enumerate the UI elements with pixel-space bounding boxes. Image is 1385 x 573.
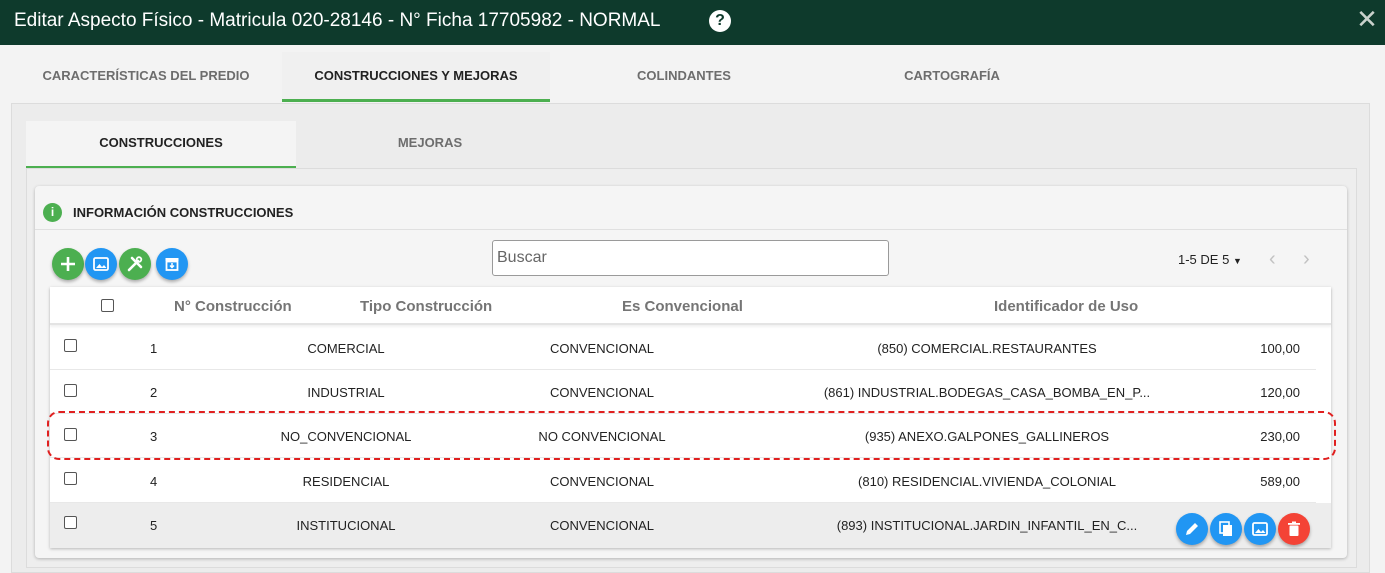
row-checkbox[interactable] — [64, 384, 77, 397]
tab-construcciones-mejoras[interactable]: CONSTRUCCIONES Y MEJORAS — [282, 52, 550, 102]
delete-icon — [1288, 521, 1300, 536]
tools-icon — [127, 256, 143, 272]
prev-page-button[interactable]: ‹ — [1269, 248, 1276, 270]
cell-num: 3 — [150, 429, 158, 444]
cell-valor: 589,00 — [1260, 474, 1300, 489]
tools-button[interactable] — [119, 248, 151, 280]
cell-uso: (810) RESIDENCIAL.VIVIENDA_COLONIAL — [858, 474, 1116, 489]
tab-mejoras[interactable]: MEJORAS — [296, 121, 564, 169]
window-titlebar: Editar Aspecto Físico - Matricula 020-28… — [0, 0, 1385, 45]
cell-conv: NO CONVENCIONAL — [538, 429, 666, 444]
cell-valor: 100,00 — [1260, 341, 1300, 356]
close-icon[interactable]: ✕ — [1355, 6, 1379, 32]
header-identificador-uso[interactable]: Identificador de Uso — [994, 298, 1138, 315]
cell-tipo: INDUSTRIAL — [307, 385, 385, 400]
image-button[interactable] — [85, 248, 117, 280]
tab-caracteristicas[interactable]: CARACTERÍSTICAS DEL PREDIO — [11, 52, 281, 102]
table-row[interactable]: 3 NO_CONVENCIONAL NO CONVENCIONAL (935) … — [50, 414, 1316, 458]
help-icon[interactable]: ? — [709, 10, 731, 32]
header-num-construccion[interactable]: N° Construcción — [174, 298, 292, 315]
select-all-checkbox[interactable] — [101, 299, 114, 312]
delete-row-button[interactable] — [1278, 513, 1310, 545]
edit-icon — [1186, 523, 1198, 535]
cell-tipo: NO_CONVENCIONAL — [280, 429, 412, 444]
table-header: N° Construcción Tipo Construcción Es Con… — [50, 287, 1331, 325]
tab-construcciones[interactable]: CONSTRUCCIONES — [26, 121, 296, 169]
cell-uso: (850) COMERCIAL.RESTAURANTES — [877, 341, 1097, 356]
row-checkbox[interactable] — [64, 428, 77, 441]
edit-row-button[interactable] — [1176, 513, 1208, 545]
cell-tipo: COMERCIAL — [307, 341, 385, 356]
row-checkbox[interactable] — [64, 516, 77, 529]
archive-button[interactable] — [156, 248, 188, 280]
copy-icon — [1219, 521, 1232, 536]
archive-icon — [165, 258, 179, 271]
add-button[interactable] — [52, 248, 84, 280]
table-row[interactable]: 2 INDUSTRIAL CONVENCIONAL (861) INDUSTRI… — [50, 370, 1316, 414]
next-page-button[interactable]: › — [1303, 248, 1310, 270]
header-es-convencional[interactable]: Es Convencional — [622, 298, 743, 315]
image-row-button[interactable] — [1244, 513, 1276, 545]
row-checkbox[interactable] — [64, 339, 77, 352]
info-icon: i — [43, 203, 62, 222]
tab-cartografia[interactable]: CARTOGRAFÍA — [818, 52, 1086, 102]
main-tabs: CARACTERÍSTICAS DEL PREDIO CONSTRUCCIONE… — [11, 52, 1370, 104]
card-header: i INFORMACIÓN CONSTRUCCIONES — [35, 186, 1347, 230]
header-tipo-construccion[interactable]: Tipo Construcción — [360, 298, 492, 315]
pagination-range-label: 1-5 DE 5 — [1178, 252, 1230, 267]
image-icon — [1252, 522, 1268, 536]
cell-uso: (935) ANEXO.GALPONES_GALLINEROS — [864, 429, 1110, 444]
row-checkbox[interactable] — [64, 472, 77, 485]
cell-conv: CONVENCIONAL — [549, 474, 655, 489]
plus-icon — [61, 257, 75, 271]
cell-num: 4 — [150, 474, 158, 489]
cell-conv: CONVENCIONAL — [549, 518, 655, 533]
tab-colindantes[interactable]: COLINDANTES — [550, 52, 818, 102]
cell-valor: 230,00 — [1260, 429, 1300, 444]
cell-tipo: RESIDENCIAL — [302, 474, 390, 489]
cell-num: 1 — [150, 341, 158, 356]
caret-down-icon: ▼ — [1232, 256, 1242, 266]
table-row[interactable]: 4 RESIDENCIAL CONVENCIONAL (810) RESIDEN… — [50, 459, 1316, 503]
copy-row-button[interactable] — [1210, 513, 1242, 545]
cell-num: 2 — [150, 385, 158, 400]
search-input[interactable] — [492, 240, 889, 276]
cell-valor: 120,00 — [1260, 385, 1300, 400]
table-row[interactable]: 5 INSTITUCIONAL CONVENCIONAL (893) INSTI… — [50, 503, 1331, 548]
image-icon — [93, 257, 109, 271]
cell-uso: (861) INDUSTRIAL.BODEGAS_CASA_BOMBA_EN_P… — [823, 385, 1151, 400]
window-title: Editar Aspecto Físico - Matricula 020-28… — [14, 10, 661, 31]
cell-conv: CONVENCIONAL — [549, 341, 655, 356]
cell-num: 5 — [150, 518, 158, 533]
cell-tipo: INSTITUCIONAL — [296, 518, 396, 533]
construcciones-table: N° Construcción Tipo Construcción Es Con… — [50, 287, 1331, 548]
table-row[interactable]: 1 COMERCIAL CONVENCIONAL (850) COMERCIAL… — [50, 326, 1316, 370]
cell-conv: CONVENCIONAL — [549, 385, 655, 400]
card-title: INFORMACIÓN CONSTRUCCIONES — [73, 205, 294, 220]
pagination-range[interactable]: 1-5 DE 5 ▼ — [1178, 252, 1242, 267]
cell-uso: (893) INSTITUCIONAL.JARDIN_INFANTIL_EN_C… — [836, 518, 1138, 533]
